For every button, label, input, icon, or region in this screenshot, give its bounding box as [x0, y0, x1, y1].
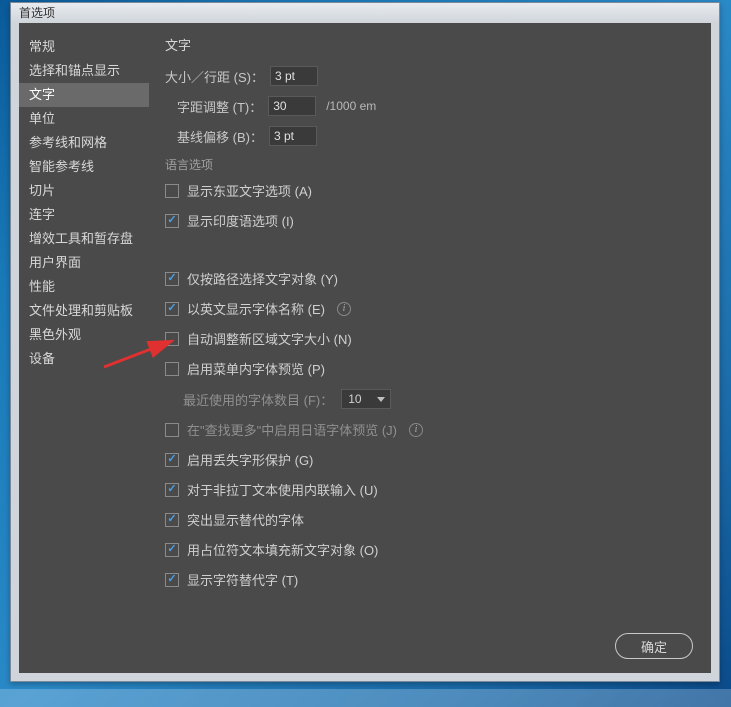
opt2-label-5: 显示字符替代字 (T): [187, 570, 298, 589]
opt2-row-5: 显示字符替代字 (T): [165, 570, 695, 589]
opt-label-1: 以英文显示字体名称 (E): [187, 299, 325, 318]
tracking-unit: /1000 em: [326, 99, 376, 113]
opt-row-3: 启用菜单内字体预览 (P): [165, 359, 695, 378]
main-panel: 文字 大小／行距 (S)： 字距调整 (T)： /1000 em 基线偏移 (B…: [149, 23, 711, 673]
sidebar-item-4[interactable]: 参考线和网格: [19, 131, 149, 155]
info-icon[interactable]: i: [409, 423, 423, 437]
window-titlebar: 首选项: [11, 3, 719, 23]
panel-title: 文字: [165, 35, 695, 54]
preferences-window: 首选项 常规选择和锚点显示文字单位参考线和网格智能参考线切片连字增效工具和暂存盘…: [10, 2, 720, 682]
opt2-label-4: 用占位符文本填充新文字对象 (O): [187, 540, 378, 559]
sidebar-item-3[interactable]: 单位: [19, 107, 149, 131]
sidebar-item-9[interactable]: 用户界面: [19, 251, 149, 275]
sidebar-item-2[interactable]: 文字: [19, 83, 149, 107]
indic-row: 显示印度语选项 (I): [165, 211, 695, 230]
recent-fonts-label: 最近使用的字体数目 (F)：: [183, 390, 333, 409]
dialog-body: 常规选择和锚点显示文字单位参考线和网格智能参考线切片连字增效工具和暂存盘用户界面…: [19, 23, 711, 673]
opt-checkbox-2[interactable]: [165, 332, 179, 346]
opt2-label-3: 突出显示替代的字体: [187, 510, 304, 529]
opt-row-1: 以英文显示字体名称 (E) i: [165, 299, 695, 318]
size-leading-row: 大小／行距 (S)：: [165, 66, 695, 86]
opt2-row-1: 启用丢失字形保护 (G): [165, 450, 695, 469]
sidebar-item-7[interactable]: 连字: [19, 203, 149, 227]
opt2-label-0: 在"查找更多"中启用日语字体预览 (J): [187, 420, 397, 439]
tracking-input[interactable]: [268, 96, 316, 116]
opt-label-2: 自动调整新区域文字大小 (N): [187, 329, 352, 348]
opt2-row-4: 用占位符文本填充新文字对象 (O): [165, 540, 695, 559]
opt-checkbox-1[interactable]: [165, 302, 179, 316]
tracking-label: 字距调整 (T)：: [177, 97, 262, 116]
sidebar-item-12[interactable]: 黑色外观: [19, 323, 149, 347]
sidebar-item-8[interactable]: 增效工具和暂存盘: [19, 227, 149, 251]
opt2-row-0: 在"查找更多"中启用日语字体预览 (J) i: [165, 420, 695, 439]
size-leading-input[interactable]: [270, 66, 318, 86]
opt-row-0: 仅按路径选择文字对象 (Y): [165, 269, 695, 288]
opt-row-2: 自动调整新区域文字大小 (N): [165, 329, 695, 348]
ok-button[interactable]: 确定: [615, 633, 693, 659]
opt2-label-1: 启用丢失字形保护 (G): [187, 450, 313, 469]
opt2-checkbox-1[interactable]: [165, 453, 179, 467]
opt2-row-3: 突出显示替代的字体: [165, 510, 695, 529]
sidebar-item-0[interactable]: 常规: [19, 35, 149, 59]
indic-label: 显示印度语选项 (I): [187, 211, 294, 230]
language-section-title: 语言选项: [165, 156, 695, 173]
opt2-checkbox-0[interactable]: [165, 423, 179, 437]
east-asian-label: 显示东亚文字选项 (A): [187, 181, 312, 200]
opt-checkbox-0[interactable]: [165, 272, 179, 286]
east-asian-row: 显示东亚文字选项 (A): [165, 181, 695, 200]
sidebar-item-11[interactable]: 文件处理和剪贴板: [19, 299, 149, 323]
opt2-checkbox-4[interactable]: [165, 543, 179, 557]
opt2-checkbox-3[interactable]: [165, 513, 179, 527]
east-asian-checkbox[interactable]: [165, 184, 179, 198]
sidebar-item-1[interactable]: 选择和锚点显示: [19, 59, 149, 83]
opt-label-3: 启用菜单内字体预览 (P): [187, 359, 325, 378]
size-leading-label: 大小／行距 (S)：: [165, 67, 264, 86]
opt2-row-2: 对于非拉丁文本使用内联输入 (U): [165, 480, 695, 499]
sidebar: 常规选择和锚点显示文字单位参考线和网格智能参考线切片连字增效工具和暂存盘用户界面…: [19, 23, 149, 673]
opt2-label-2: 对于非拉丁文本使用内联输入 (U): [187, 480, 378, 499]
recent-fonts-dropdown[interactable]: 10: [341, 389, 391, 409]
tracking-row: 字距调整 (T)： /1000 em: [177, 96, 695, 116]
indic-checkbox[interactable]: [165, 214, 179, 228]
baseline-label: 基线偏移 (B)：: [177, 127, 263, 146]
sidebar-item-6[interactable]: 切片: [19, 179, 149, 203]
baseline-row: 基线偏移 (B)：: [177, 126, 695, 146]
baseline-input[interactable]: [269, 126, 317, 146]
opt-checkbox-3[interactable]: [165, 362, 179, 376]
window-title: 首选项: [19, 6, 55, 20]
opt2-checkbox-5[interactable]: [165, 573, 179, 587]
opt2-checkbox-2[interactable]: [165, 483, 179, 497]
sidebar-item-5[interactable]: 智能参考线: [19, 155, 149, 179]
taskbar: [0, 689, 731, 707]
info-icon[interactable]: i: [337, 302, 351, 316]
sidebar-item-10[interactable]: 性能: [19, 275, 149, 299]
recent-fonts-row: 最近使用的字体数目 (F)： 10: [183, 389, 695, 409]
sidebar-item-13[interactable]: 设备: [19, 347, 149, 371]
opt-label-0: 仅按路径选择文字对象 (Y): [187, 269, 338, 288]
